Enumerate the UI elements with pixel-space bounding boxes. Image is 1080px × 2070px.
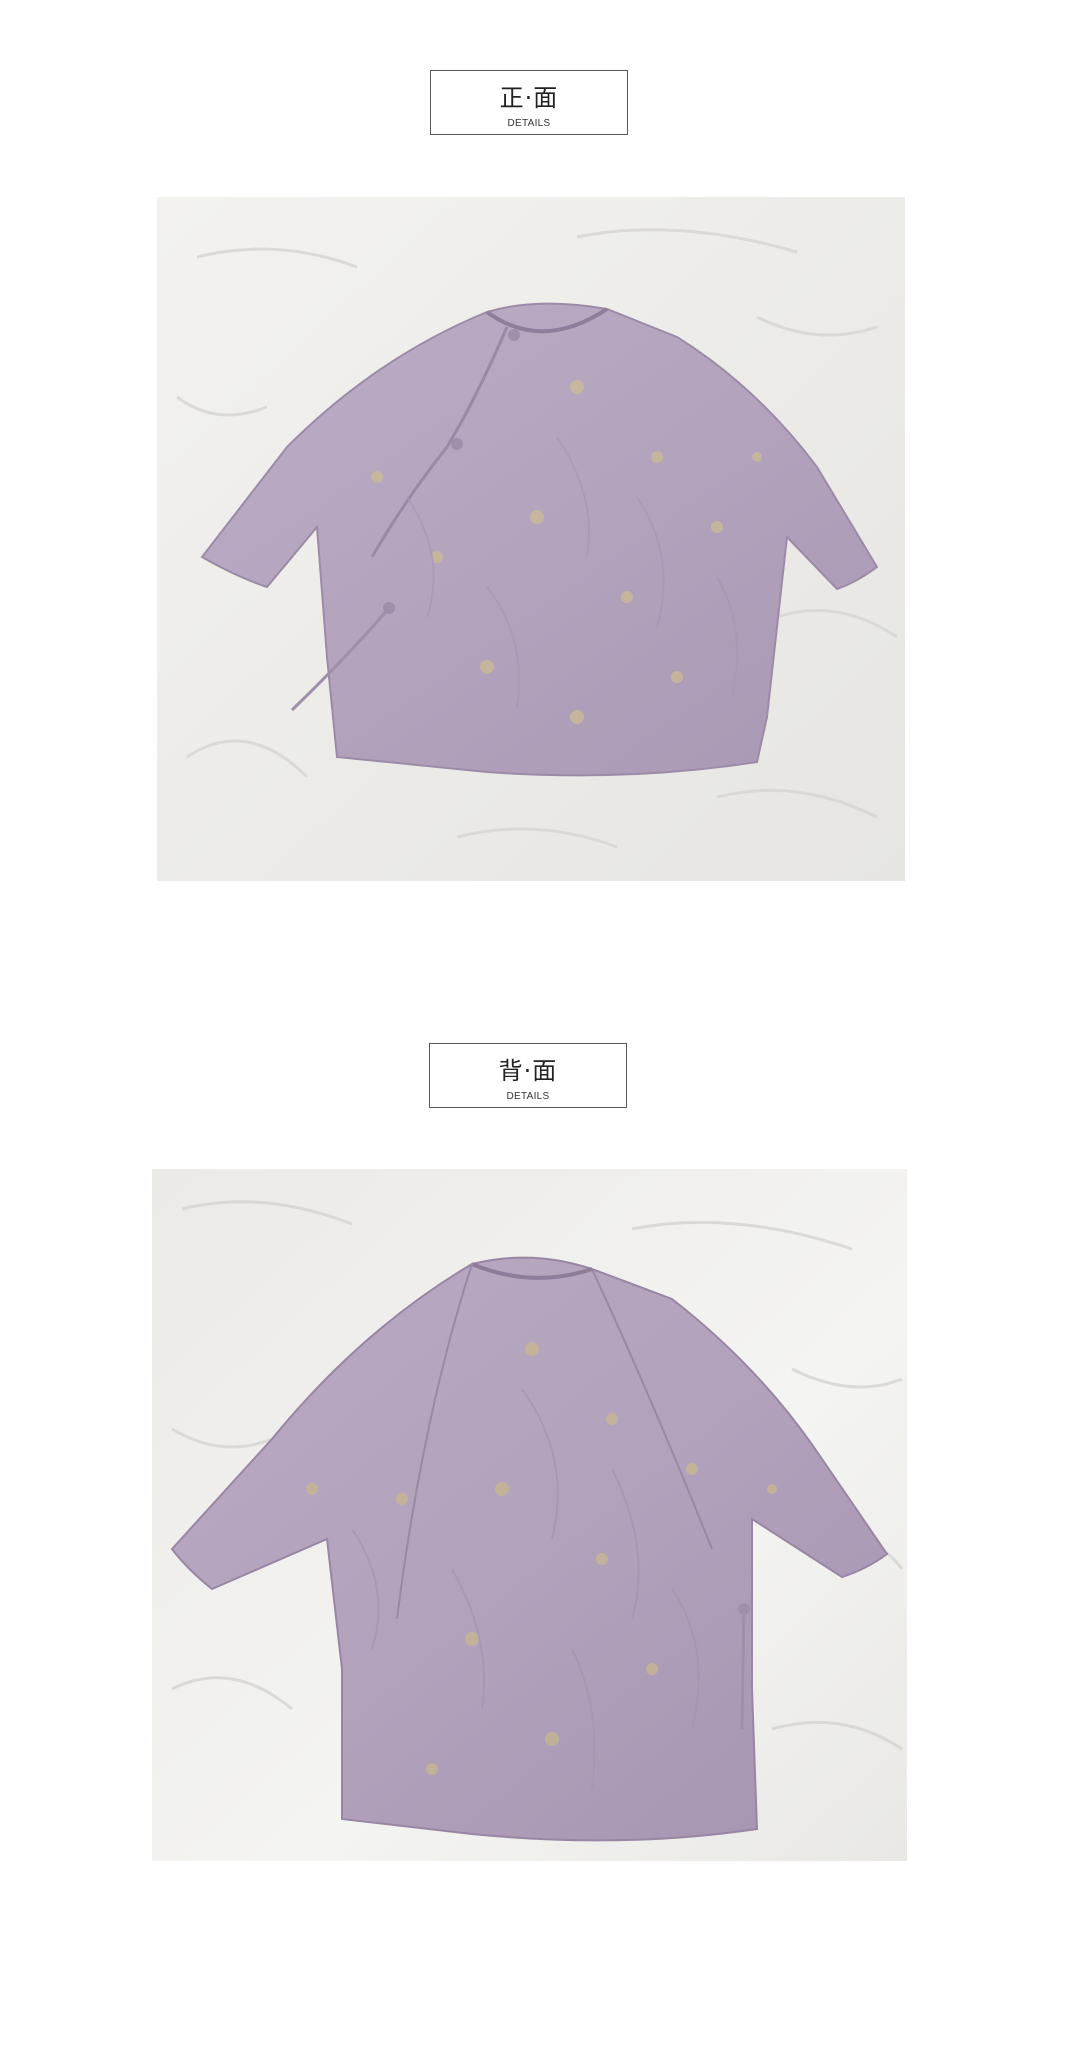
product-photo-back (152, 1169, 907, 1861)
garment-back-illustration (152, 1169, 907, 1861)
product-photo-front (157, 197, 905, 881)
garment-front-illustration (157, 197, 905, 881)
section-label-back: 背·面 DETAILS (429, 1043, 627, 1108)
section-subtitle-front: DETAILS (507, 118, 551, 129)
section-label-front: 正·面 DETAILS (430, 70, 628, 135)
section-title-front: 正·面 (499, 84, 559, 112)
section-title-back: 背·面 (498, 1057, 558, 1085)
section-subtitle-back: DETAILS (506, 1091, 550, 1102)
